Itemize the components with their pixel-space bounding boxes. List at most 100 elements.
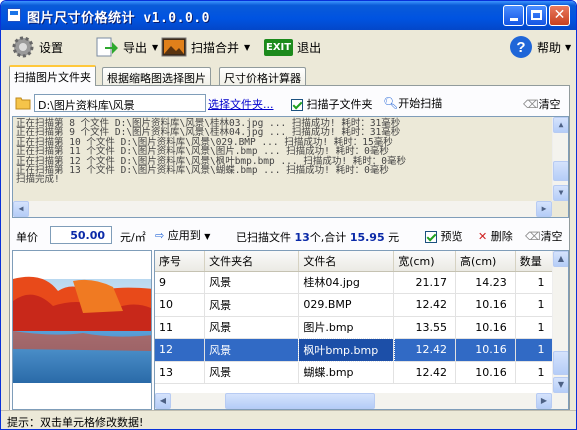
table-cell[interactable]: 风景 (204, 293, 300, 317)
table-cell[interactable]: 21.17 (393, 271, 456, 294)
select-folder-link[interactable]: 选择文件夹... (208, 96, 274, 112)
minimize-button[interactable] (503, 5, 524, 26)
scan-merge-label: 扫描合并 (191, 40, 240, 55)
help-label: 帮助 (537, 40, 562, 55)
apply-icon: ⇨ (155, 229, 165, 242)
scroll-left-icon[interactable]: ◀ (13, 201, 29, 217)
scroll-right-icon[interactable]: ▶ (536, 393, 552, 409)
close-button[interactable]: ✕ (549, 5, 570, 26)
preview-checkbox[interactable]: 预览 (425, 228, 463, 244)
scroll-thumb[interactable] (553, 351, 568, 375)
table-cell[interactable]: 蝴蝶.bmp (298, 361, 395, 384)
scan-merge-button[interactable]: 扫描合并 ▼ (161, 34, 250, 60)
scroll-up-icon[interactable]: ▲ (553, 251, 568, 267)
settings-label: 设置 (39, 40, 64, 55)
scroll-left-icon[interactable]: ◀ (155, 393, 171, 409)
chevron-down-icon: ▼ (565, 42, 572, 52)
table-vertical-scrollbar[interactable]: ▲ ▼ (552, 251, 568, 393)
export-icon (96, 37, 118, 57)
log-vertical-scrollbar[interactable]: ▲ ▼ (552, 117, 568, 201)
table-row[interactable]: 9 风景 桂林04.jpg 21.17 14.23 1 (155, 271, 568, 294)
export-button[interactable]: 导出 ▼ (95, 34, 158, 60)
image-preview (12, 250, 152, 410)
table-cell[interactable]: 10 (155, 293, 206, 317)
scan-log[interactable]: 正在扫描第 8 个文件 D:\图片资料库\风景\桂林03.jpg ... 扫描成… (12, 116, 569, 218)
table-cell[interactable]: 10.16 (455, 316, 516, 339)
maximize-button[interactable] (526, 5, 547, 26)
column-header[interactable]: 宽(cm) (393, 251, 456, 272)
table-cell[interactable]: 风景 (204, 361, 300, 384)
table-cell[interactable]: 10.16 (455, 361, 516, 384)
help-button[interactable]: ? 帮助 ▼ (509, 34, 571, 60)
svg-text:?: ? (516, 39, 525, 56)
tab-size-price-calculator[interactable]: 尺寸价格计算器 (219, 67, 306, 86)
table-cell[interactable]: 1 (515, 361, 554, 384)
delete-button[interactable]: ✕ 删除 (478, 228, 513, 244)
table-cell[interactable]: 1 (515, 293, 554, 317)
folder-path-input[interactable]: D:\图片资料库\风景 (34, 94, 206, 112)
table-cell[interactable]: 枫叶bmp.bmp (297, 337, 395, 362)
scroll-down-icon[interactable]: ▼ (553, 377, 568, 393)
title-bar[interactable]: 图片尺寸价格统计 v1.0.0.0 ✕ (1, 1, 576, 30)
app-window: 图片尺寸价格统计 v1.0.0.0 ✕ 设置 导出 ▼ 扫描合并 ▼ EXIT … (0, 0, 577, 430)
toolbar: 设置 导出 ▼ 扫描合并 ▼ EXIT 退出 ? 帮助 ▼ (3, 31, 574, 63)
scan-summary: 已扫描文件 13个,合计 15.95 元 (236, 229, 399, 245)
scroll-up-icon[interactable]: ▲ (553, 117, 568, 133)
app-icon (7, 8, 21, 22)
column-header[interactable]: 文件夹名 (204, 251, 300, 272)
table-row[interactable]: 13 风景 蝴蝶.bmp 12.42 10.16 1 (155, 361, 568, 384)
tab-thumbnail-select[interactable]: 根据缩略图选择图片 (102, 67, 211, 86)
clear-list-button[interactable]: ⌫清空 (525, 228, 563, 244)
table-cell[interactable]: 1 (515, 271, 554, 294)
table-cell[interactable]: 图片.bmp (298, 316, 395, 339)
scroll-right-icon[interactable]: ▶ (536, 201, 552, 217)
table-cell[interactable]: 10.16 (455, 293, 516, 317)
settings-button[interactable]: 设置 (11, 34, 63, 60)
eraser-icon: ⌫ (523, 98, 539, 111)
unit-price-input[interactable]: 50.00 (50, 226, 112, 244)
table-cell[interactable]: 12 (155, 338, 206, 362)
table-cell[interactable]: 1 (515, 338, 554, 362)
column-header[interactable]: 文件名 (298, 251, 395, 272)
table-row[interactable]: 11 风景 图片.bmp 13.55 10.16 1 (155, 316, 568, 339)
tab-scan-folder[interactable]: 扫描图片文件夹 (9, 65, 96, 86)
table-cell[interactable]: 风景 (204, 271, 300, 294)
gear-icon (12, 36, 34, 58)
unit-label: 元/㎡ (120, 231, 146, 244)
table-cell[interactable]: 9 (155, 271, 206, 294)
scan-panel: D:\图片资料库\风景 选择文件夹... 扫描子文件夹 🔍︎开始扫描 ⌫清空 正… (9, 85, 570, 425)
scroll-thumb[interactable] (225, 393, 375, 409)
table-row[interactable]: 10 风景 029.BMP 12.42 10.16 1 (155, 293, 568, 317)
column-header[interactable]: 高(cm) (455, 251, 516, 272)
table-cell[interactable]: 13 (155, 361, 206, 384)
table-cell[interactable]: 10.16 (455, 338, 516, 362)
column-header[interactable]: 数量 (515, 251, 554, 272)
start-scan-label: 开始扫描 (398, 97, 443, 110)
table-horizontal-scrollbar[interactable]: ◀ ▶ (155, 393, 568, 409)
table-cell[interactable]: 12.42 (393, 361, 456, 384)
scroll-down-icon[interactable]: ▼ (553, 185, 568, 201)
table-cell[interactable]: 12.42 (393, 293, 456, 317)
table-cell[interactable]: 14.23 (455, 271, 516, 294)
apply-to-button[interactable]: ⇨ 应用到 ▼ (155, 227, 210, 243)
table-cell[interactable]: 13.55 (393, 316, 456, 339)
table-cell[interactable]: 桂林04.jpg (298, 271, 395, 294)
table-row-selected[interactable]: 12 风景 枫叶bmp.bmp 12.42 10.16 1 (155, 337, 568, 362)
include-subfolders-checkbox[interactable]: 扫描子文件夹 (291, 96, 373, 112)
table-cell[interactable]: 风景 (204, 316, 300, 339)
scroll-thumb[interactable] (553, 161, 568, 181)
help-icon: ? (510, 36, 532, 58)
table-cell[interactable]: 风景 (204, 338, 300, 362)
table-cell[interactable]: 11 (155, 316, 206, 339)
log-horizontal-scrollbar[interactable]: ◀ ▶ (13, 201, 552, 217)
table-cell[interactable]: 029.BMP (298, 293, 395, 317)
exit-icon: EXIT (264, 38, 294, 56)
file-table[interactable]: 序号 文件夹名 文件名 宽(cm) 高(cm) 数量 9 风景 桂林04.jpg (154, 250, 569, 410)
export-label: 导出 (123, 40, 148, 55)
exit-button[interactable]: EXIT 退出 (264, 34, 321, 60)
table-cell[interactable]: 1 (515, 316, 554, 339)
table-cell[interactable]: 12.42 (393, 338, 456, 362)
clear-log-button[interactable]: ⌫清空 (523, 96, 561, 112)
column-header[interactable]: 序号 (155, 251, 206, 272)
start-scan-button[interactable]: 🔍︎开始扫描 (383, 95, 442, 111)
